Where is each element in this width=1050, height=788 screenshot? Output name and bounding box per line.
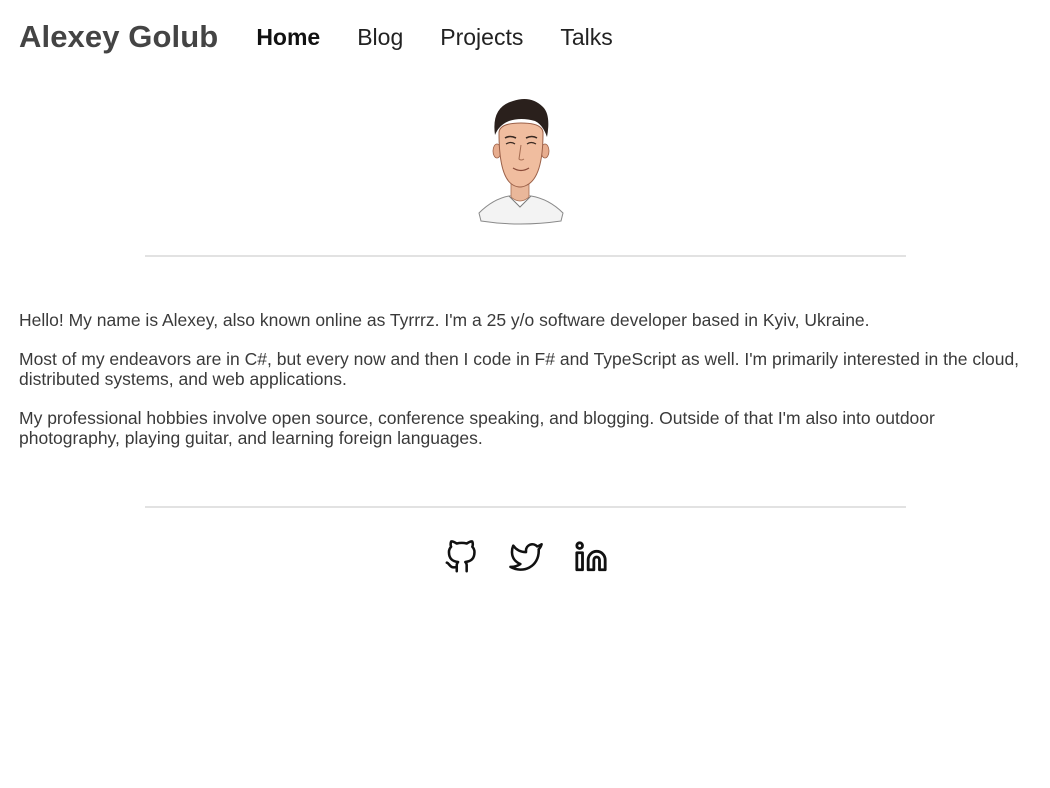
avatar: [478, 99, 564, 225]
nav-blog-link[interactable]: Blog: [357, 24, 403, 51]
linkedin-link[interactable]: [574, 540, 608, 574]
github-link[interactable]: [444, 540, 478, 574]
about-paragraph: My professional hobbies involve open sou…: [19, 408, 935, 448]
about-paragraph: Hello! My name is Alexey, also known onl…: [19, 310, 870, 330]
linkedin-icon: [575, 541, 607, 572]
bottom-divider: [145, 506, 906, 508]
twitter-icon: [509, 542, 543, 571]
nav-talks-link[interactable]: Talks: [560, 24, 612, 51]
main-nav: Home Blog Projects Talks: [246, 24, 639, 51]
twitter-link[interactable]: [509, 540, 543, 574]
site-title-link[interactable]: Alexey Golub: [19, 19, 218, 55]
social-links: [444, 540, 608, 574]
about-paragraph: Most of my endeavors are in C#, but ever…: [19, 349, 1020, 389]
nav-projects-link[interactable]: Projects: [440, 24, 523, 51]
github-icon: [445, 540, 476, 573]
nav-home-link[interactable]: Home: [256, 24, 320, 51]
about-section: Hello! My name is Alexey, also known onl…: [19, 310, 1029, 467]
site-header: Alexey Golub Home Blog Projects Talks: [19, 14, 640, 60]
top-divider: [145, 255, 906, 257]
